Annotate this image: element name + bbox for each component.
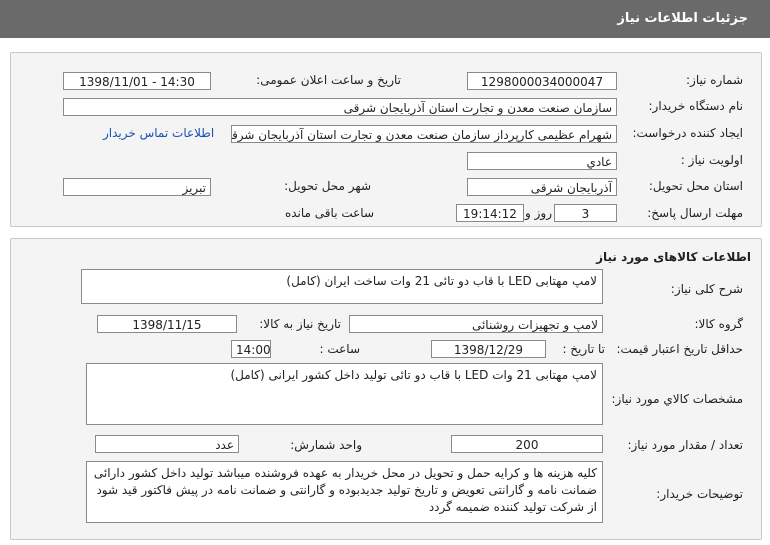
buyer-notes-field[interactable]: کلیه هزینه ها و کرایه حمل و تحویل در محل…	[86, 461, 603, 523]
goods-group-field[interactable]: لامپ و تجهیزات روشنائی	[349, 315, 603, 333]
priority-label: اولویت نیاز :	[680, 153, 743, 167]
goods-group-label: گروه کالا:	[694, 317, 744, 331]
need-info-panel: شماره نیاز: 1298000034000047 تاریخ و ساع…	[10, 52, 762, 227]
province-field[interactable]: آذربایجان شرقی	[467, 178, 617, 196]
need-number-field[interactable]: 1298000034000047	[467, 72, 617, 90]
price-date-field[interactable]: 1398/12/29	[431, 340, 546, 358]
priority-field[interactable]: عادي	[467, 152, 617, 170]
time-left-field[interactable]: 19:14:12	[456, 204, 524, 222]
price-time-field[interactable]: 14:00	[231, 340, 271, 358]
creator-field[interactable]: شهرام عظیمی کارپرداز سازمان صنعت معدن و …	[231, 125, 617, 143]
buyer-notes-label: توضیحات خریدار:	[656, 487, 743, 501]
page-title: جزئیات اطلاعات نیاز	[617, 11, 748, 26]
buyer-org-field[interactable]: سازمان صنعت معدن و تجارت استان آذربایجان…	[63, 98, 617, 116]
general-desc-field[interactable]: لامپ مهتابی LED با قاب دو تائی 21 وات سا…	[81, 269, 603, 304]
buyer-contact-link[interactable]: اطلاعات تماس خریدار	[103, 126, 214, 140]
city-label: شهر محل تحویل:	[284, 179, 371, 193]
goods-info-panel: اطلاعات کالاهای مورد نیاز شرح کلی نیاز: …	[10, 238, 762, 540]
remaining-word: ساعت باقی مانده	[284, 206, 374, 220]
city-field[interactable]: تبریز	[63, 178, 211, 196]
creator-label: ایجاد کننده درخواست:	[632, 126, 743, 140]
announce-date-label: تاریخ و ساعت اعلان عمومی:	[256, 73, 401, 87]
unit-label: واحد شمارش:	[290, 438, 362, 452]
qty-label: تعداد / مقدار مورد نیاز:	[627, 438, 743, 452]
province-label: استان محل تحویل:	[648, 179, 743, 193]
min-price-label: حداقل تاریخ اعتبار قیمت:	[616, 342, 743, 356]
need-date-label: تاریخ نیاز به کالا:	[259, 317, 341, 331]
until-date-label: تا تاریخ :	[562, 342, 605, 356]
need-number-label: شماره نیاز:	[686, 73, 743, 87]
days-field[interactable]: 3	[554, 204, 617, 222]
announce-date-field[interactable]: 1398/11/01 - 14:30	[63, 72, 211, 90]
general-desc-label: شرح کلی نیاز:	[670, 282, 743, 296]
days-word: روز و	[525, 206, 552, 220]
buyer-org-label: نام دستگاه خریدار:	[648, 99, 744, 113]
need-date-field[interactable]: 1398/11/15	[97, 315, 237, 333]
goods-section-title: اطلاعات کالاهای مورد نیاز	[596, 250, 751, 264]
qty-field[interactable]: 200	[451, 435, 603, 453]
unit-field[interactable]: عدد	[95, 435, 239, 453]
deadline-label: مهلت ارسال پاسخ:	[647, 206, 743, 220]
specs-field[interactable]: لامپ مهتابی 21 وات LED با قاب دو تائی تو…	[86, 363, 603, 425]
page-header: جزئیات اطلاعات نیاز	[0, 0, 770, 38]
price-hour-label: ساعت :	[319, 342, 360, 356]
specs-label: مشخصات کالاي مورد نیاز:	[611, 392, 743, 406]
